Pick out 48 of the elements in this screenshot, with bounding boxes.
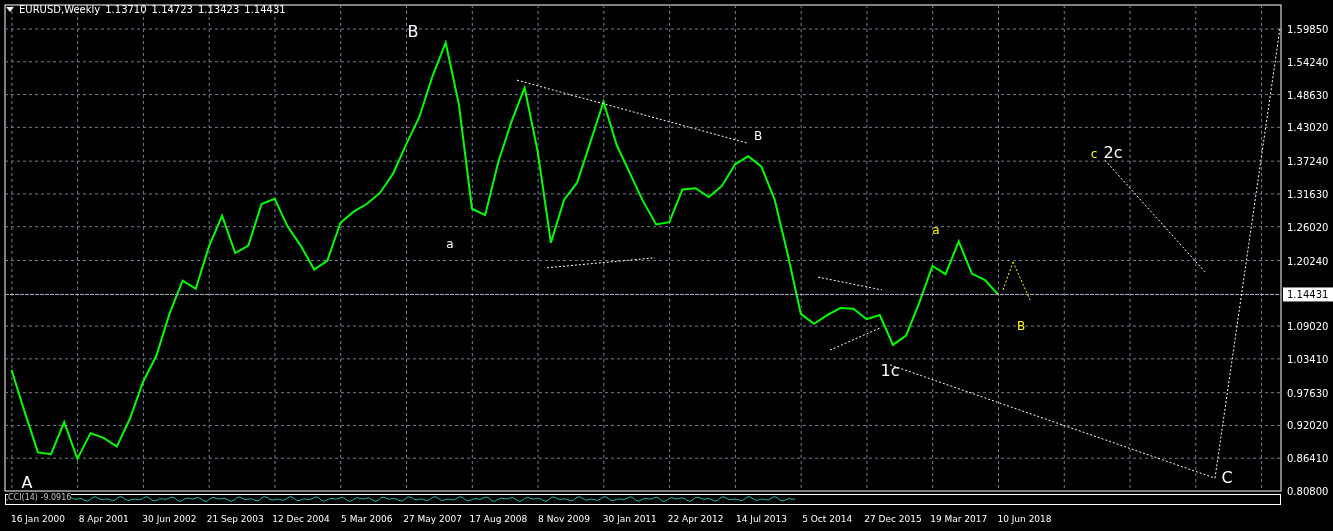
price-value: 1.14723: [151, 4, 193, 15]
wave-label: a: [932, 223, 940, 238]
y-axis-label: 1.43020: [1287, 122, 1329, 134]
wave-label: B: [407, 21, 419, 41]
x-axis-label: 27 May 2007: [403, 514, 462, 524]
wave-label: A: [21, 472, 33, 492]
x-axis-label: 10 Jun 2018: [997, 514, 1052, 524]
x-axis-label: 5 Mar 2006: [341, 514, 393, 524]
y-axis-label: 0.92020: [1287, 420, 1329, 432]
x-axis-label: 14 Jul 2013: [735, 514, 787, 524]
x-axis-label: 22 Apr 2012: [667, 514, 724, 524]
price-value: 1.13423: [197, 4, 240, 15]
wave-label: 1c: [880, 360, 900, 380]
x-axis-label: 21 Sep 2003: [206, 514, 264, 524]
y-axis-label: 0.80800: [1287, 486, 1329, 497]
y-axis-label: 1.31630: [1287, 188, 1329, 200]
wave-label: a: [446, 237, 454, 252]
wave-label: 2c: [1103, 143, 1123, 163]
y-axis-label: 1.59850: [1287, 24, 1329, 35]
symbol-label: EURUSD,Weekly: [19, 4, 101, 15]
x-axis-label: 16 Jan 2000: [10, 514, 65, 524]
indicator-label: CCI(14) -9.0916: [8, 493, 72, 503]
x-axis-label: 5 Oct 2014: [802, 514, 853, 524]
y-axis-label: 1.09020: [1287, 321, 1329, 333]
x-axis-label: 17 Aug 2008: [469, 514, 528, 524]
x-axis-label: 8 Apr 2001: [78, 514, 129, 524]
y-axis-label: 1.54240: [1287, 56, 1329, 68]
y-axis-label: 0.86410: [1287, 453, 1329, 465]
x-axis-label: 8 Nov 2009: [538, 514, 591, 524]
x-axis-label: 19 Mar 2017: [930, 514, 988, 524]
price-value: 1.14431: [244, 4, 286, 15]
y-axis-label: 1.20240: [1287, 255, 1329, 267]
price-value: 1.13710: [105, 4, 147, 15]
wave-label: c: [1090, 147, 1098, 162]
y-axis-label: 0.97630: [1287, 387, 1329, 399]
x-axis-label: 27 Dec 2015: [864, 514, 922, 524]
y-axis-label: 1.37240: [1287, 156, 1329, 168]
current-price-tag: 1.14431: [1283, 287, 1333, 302]
dropdown-triangle-icon[interactable]: [6, 7, 14, 12]
wave-label: C: [1221, 468, 1233, 488]
x-axis-label: 12 Dec 2004: [272, 514, 330, 524]
y-axis-label: 1.03410: [1287, 353, 1329, 365]
y-axis-label: 1.26020: [1287, 221, 1329, 233]
wave-label: B: [753, 128, 763, 143]
y-axis-label: 1.48630: [1287, 89, 1329, 101]
wave-label: B: [1016, 318, 1026, 333]
x-axis-label: 30 Jan 2011: [602, 514, 657, 524]
x-axis-label: 30 Jun 2002: [142, 514, 197, 524]
